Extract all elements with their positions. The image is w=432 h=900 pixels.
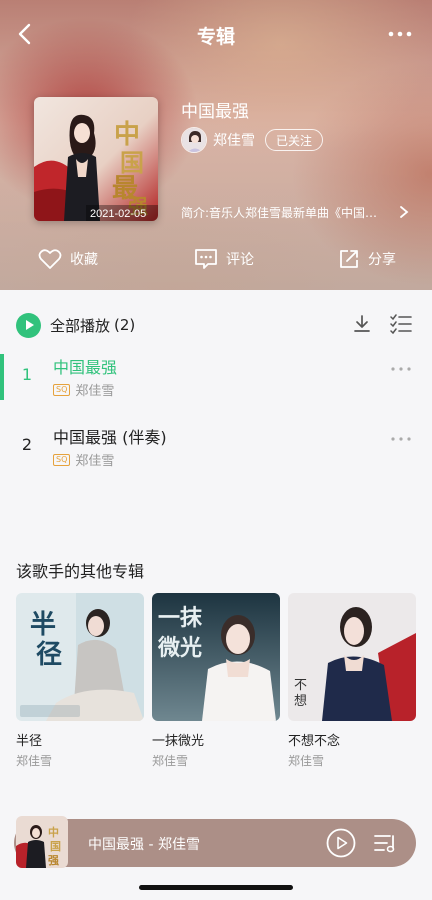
favorite-button[interactable]: 收藏 [38,244,98,274]
album-cover-art: 中 国 最 强 2021-02-05 [34,97,158,221]
song-artist: 郑佳雪 [75,384,115,399]
svg-text:2021-02-05: 2021-02-05 [90,208,146,220]
album-name: 半径 [16,734,43,749]
song-meta: SQ 郑佳雪 [53,450,114,469]
song-index: 2 [21,435,33,454]
album-thumbnail[interactable]: 一抹 微光 [152,593,280,721]
download-icon[interactable] [352,314,372,334]
playlist-icon[interactable] [374,832,398,854]
svg-text:不: 不 [294,678,307,693]
album-card-1[interactable]: 半 径 半径 郑佳雪 [16,593,144,769]
home-indicator [139,885,293,890]
song-artist: 郑佳雪 [75,454,115,469]
more-horizontal-icon[interactable] [390,364,412,374]
share-label: 分享 [368,252,396,268]
svg-text:中: 中 [114,120,140,150]
mini-player[interactable]: 中 国 强 中国最强 - 郑佳雪 [14,816,416,868]
svg-text:中: 中 [48,825,59,839]
song-index: 1 [21,365,33,384]
song-row-1[interactable]: 1 中国最强 SQ 郑佳雪 [0,348,432,408]
album-artist: 郑佳雪 [288,754,325,768]
svg-text:强: 强 [48,854,59,867]
song-meta: SQ 郑佳雪 [53,380,114,399]
svg-text:想: 想 [294,693,307,709]
play-icon [16,312,41,338]
album-header: 专辑 中 国 最 强 2021-02 [0,0,432,290]
follow-button[interactable]: 已关注 [265,129,324,151]
album-name: 一抹微光 [152,734,205,749]
comment-icon [195,249,217,269]
album-thumbnail[interactable]: 不 想 [288,593,416,721]
more-horizontal-icon[interactable] [386,20,414,48]
album-thumbnail[interactable]: 半 径 [16,593,144,721]
artist-name[interactable]: 郑佳雪 [213,130,255,150]
album-cover[interactable]: 中 国 最 强 2021-02-05 [34,97,158,221]
other-albums-title: 该歌手的其他专辑 [16,562,145,581]
multi-select-icon[interactable] [390,314,412,334]
play-icon[interactable] [326,828,356,858]
svg-text:一抹: 一抹 [158,605,203,631]
mini-player-title: 中国最强 - 郑佳雪 [88,837,200,853]
sq-badge: SQ [53,453,71,466]
svg-text:径: 径 [36,640,62,670]
action-bar: 收藏 评论 分享 [0,244,432,274]
album-name: 不想不念 [288,734,341,749]
svg-text:微光: 微光 [157,635,202,661]
song-row-2[interactable]: 2 中国最强 (伴奏) SQ 郑佳雪 [0,418,432,478]
svg-text:国: 国 [50,840,61,853]
other-albums-list: 半 径 半径 郑佳雪 一抹 微光 一抹微光 郑佳雪 不 想 不想不念 郑佳雪 [16,593,416,773]
heart-icon [38,249,62,269]
sq-badge: SQ [53,383,71,396]
page-title: 专辑 [196,26,235,48]
album-title: 中国最强 [181,102,249,122]
comment-button[interactable]: 评论 [194,244,254,274]
avatar[interactable] [181,127,207,153]
song-title: 中国最强 [53,358,118,377]
play-all-label: 全部播放 [50,316,111,335]
mini-player-cover[interactable]: 中 国 强 [16,816,68,868]
favorite-label: 收藏 [70,252,98,268]
play-all-button[interactable]: 全部播放 (2) [16,312,135,338]
share-button[interactable]: 分享 [338,244,396,274]
svg-text:国: 国 [120,148,144,177]
album-card-3[interactable]: 不 想 不想不念 郑佳雪 [288,593,416,769]
svg-text:半: 半 [30,610,56,640]
artist-row[interactable]: 郑佳雪 已关注 [181,126,324,154]
song-count: (2) [114,316,136,334]
song-title: 中国最强 (伴奏) [53,428,167,447]
album-content: 全部播放 (2) 1 中国最强 SQ 郑佳雪 2 中国最强 (伴奏) SQ 郑佳… [0,290,432,900]
album-artist: 郑佳雪 [16,754,53,768]
album-artist: 郑佳雪 [152,754,189,768]
comment-label: 评论 [226,252,254,268]
album-card-2[interactable]: 一抹 微光 一抹微光 郑佳雪 [152,593,280,769]
share-icon [340,250,358,268]
more-horizontal-icon[interactable] [390,434,412,444]
chevron-right-icon[interactable] [398,205,410,219]
album-intro[interactable]: 简介:音乐人郑佳雪最新单曲《中国… [181,204,411,221]
nav-bar: 专辑 [0,14,432,54]
